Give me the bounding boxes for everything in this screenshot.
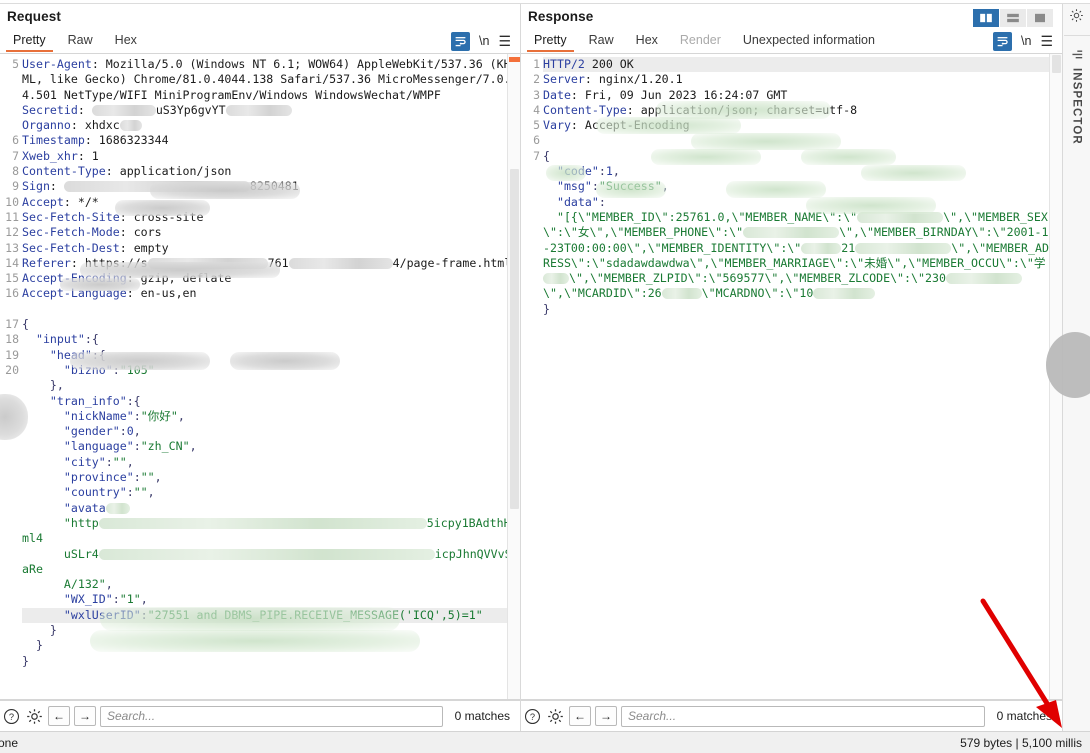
response-menu-icon[interactable]: ☰ — [1040, 34, 1053, 48]
help-icon[interactable]: ? — [523, 707, 542, 726]
request-search-input[interactable] — [100, 705, 443, 727]
gear-icon[interactable] — [25, 707, 44, 726]
inspector-divider — [1063, 35, 1090, 36]
tab-response-unexpected-information[interactable]: Unexpected information — [732, 30, 886, 52]
response-match-count: 0 matches — [996, 709, 1052, 723]
response-panel: Response Pretty Raw Hex Render Unexpecte… — [521, 0, 1062, 731]
inspector-label[interactable]: INSPECTOR — [1071, 68, 1083, 145]
request-menu-icon[interactable]: ☰ — [498, 34, 511, 48]
burp-message-editor-window: Request Pretty Raw Hex \n ☰ 5 6 7 8 9 10… — [0, 0, 1090, 753]
gear-icon[interactable] — [546, 707, 565, 726]
show-newlines-icon[interactable]: \n — [479, 34, 489, 48]
help-icon[interactable]: ? — [2, 707, 21, 726]
request-editor[interactable]: 5 .... 6 7 8 9 10 11 12 13 14 15 16 . 17… — [0, 54, 520, 700]
request-code[interactable]: User-Agent: Mozilla/5.0 (Windows NT 6.1;… — [22, 54, 520, 699]
request-searchbar: ? ← → 0 matches — [0, 700, 520, 731]
layout-toggle-group — [973, 9, 1053, 27]
status-bar: one 579 bytes | 5,100 millis — [0, 731, 1090, 753]
layout-split-vertical-button[interactable] — [973, 9, 999, 27]
search-next-button[interactable]: → — [595, 706, 617, 726]
svg-text:?: ? — [530, 711, 535, 721]
response-search-input[interactable] — [621, 705, 985, 727]
request-scroll-thumb[interactable] — [510, 169, 519, 509]
request-title: Request — [0, 0, 520, 29]
search-prev-button[interactable]: ← — [569, 706, 591, 726]
response-code[interactable]: HTTP/2 200 OK Server: nginx/1.20.1 Date: F… — [543, 54, 1062, 699]
inspector-rail: INSPECTOR — [1046, 0, 1090, 731]
tab-response-render[interactable]: Render — [669, 30, 732, 52]
response-tabrow: Pretty Raw Hex Render Unexpected informa… — [521, 29, 1062, 54]
search-hit-marker — [509, 57, 520, 62]
tab-request-raw[interactable]: Raw — [57, 30, 104, 52]
word-wrap-icon[interactable] — [451, 31, 470, 51]
response-scroll-thumb[interactable] — [1052, 55, 1061, 73]
response-editor[interactable]: 1 2 3 4 5 6 7 HTTP/2 200 OK Server: nginx… — [521, 54, 1062, 700]
show-newlines-icon[interactable]: \n — [1021, 34, 1031, 48]
tab-response-pretty[interactable]: Pretty — [523, 30, 578, 52]
tab-request-pretty[interactable]: Pretty — [2, 30, 57, 52]
search-next-button[interactable]: → — [74, 706, 96, 726]
tab-response-raw[interactable]: Raw — [578, 30, 625, 52]
request-line-numbers: 5 .... 6 7 8 9 10 11 12 13 14 15 16 . 17… — [0, 54, 22, 699]
request-tabrow: Pretty Raw Hex \n ☰ — [0, 29, 520, 54]
window-top-edge — [0, 0, 1090, 4]
layout-single-pane-button[interactable] — [1027, 9, 1053, 27]
status-left-text: one — [0, 735, 19, 750]
layout-split-horizontal-button[interactable] — [1000, 9, 1026, 27]
word-wrap-icon[interactable] — [993, 31, 1012, 51]
request-panel: Request Pretty Raw Hex \n ☰ 5 6 7 8 9 10… — [0, 0, 521, 731]
svg-text:?: ? — [9, 711, 14, 721]
tab-response-hex[interactable]: Hex — [625, 30, 669, 52]
request-scrollbar[interactable] — [507, 54, 520, 699]
response-line-numbers: 1 2 3 4 5 6 7 — [521, 54, 543, 699]
response-tabrow-actions: \n ☰ — [993, 31, 1062, 51]
tab-request-hex[interactable]: Hex — [104, 30, 148, 52]
gear-icon[interactable] — [1069, 8, 1084, 26]
request-match-count: 0 matches — [454, 709, 510, 723]
search-prev-button[interactable]: ← — [48, 706, 70, 726]
bars-icon[interactable] — [1070, 44, 1083, 60]
editor-panes: Request Pretty Raw Hex \n ☰ 5 6 7 8 9 10… — [0, 0, 1090, 731]
request-tabrow-actions: \n ☰ — [451, 31, 520, 51]
response-searchbar: ? ← → 0 matches — [521, 700, 1062, 731]
status-right-text: 579 bytes | 5,100 millis — [960, 735, 1082, 750]
